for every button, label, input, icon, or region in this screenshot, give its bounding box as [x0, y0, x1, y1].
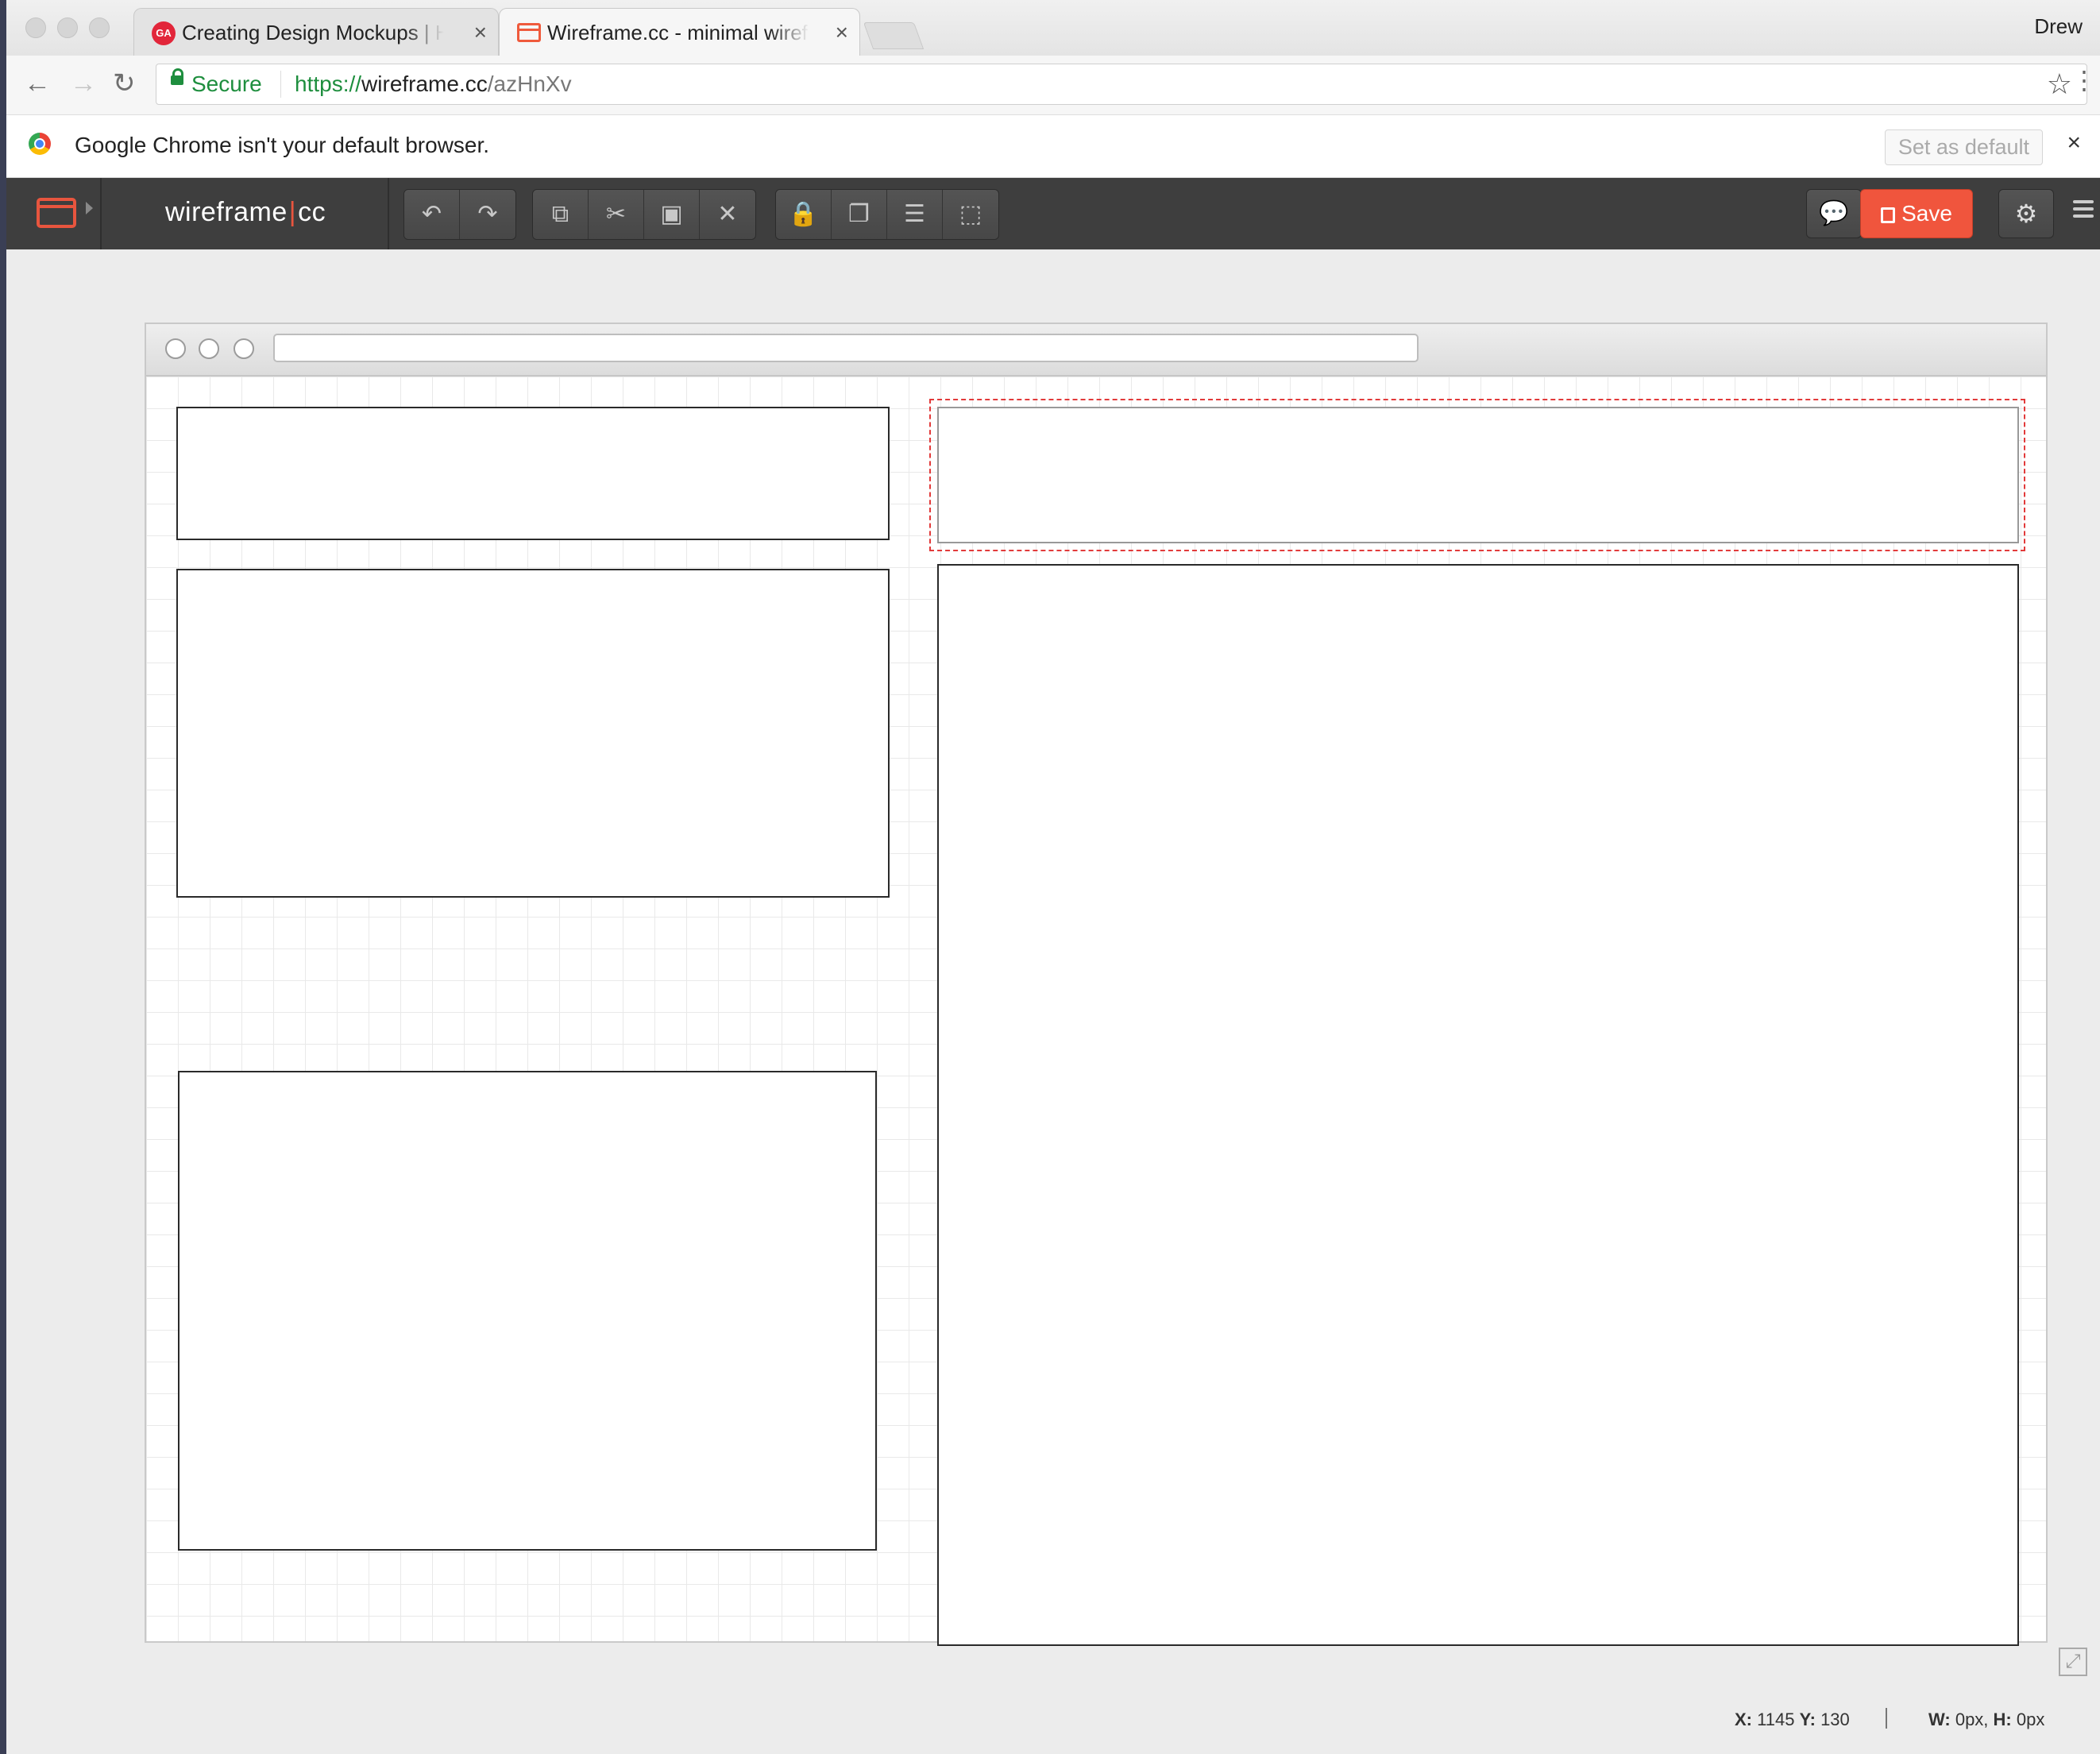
divider	[100, 178, 102, 249]
wireframe-box[interactable]	[178, 1071, 877, 1551]
w-value: 0px,	[1955, 1710, 1989, 1729]
tab-close-icon[interactable]: ×	[836, 9, 848, 56]
brand-name: wireframe	[165, 197, 288, 227]
close-window-button[interactable]	[25, 17, 46, 38]
lock-icon	[171, 68, 183, 85]
align-icon[interactable]: ☰	[887, 190, 943, 239]
page-menu-icon[interactable]	[37, 198, 76, 228]
clipboard-group: ⧉ ✂ ▣ ✕	[532, 189, 756, 240]
default-browser-infobar: Google Chrome isn't your default browser…	[6, 115, 2100, 178]
url-scheme: https://	[295, 71, 362, 96]
new-tab-button[interactable]	[863, 22, 925, 49]
lock-icon[interactable]: 🔒	[776, 190, 832, 239]
reload-icon[interactable]: ↻	[113, 70, 136, 97]
settings-gear-icon[interactable]: ⚙	[1998, 189, 2054, 238]
tab-title: Creating Design Mockups | HTML	[182, 21, 444, 44]
canvas-browser-chrome	[146, 324, 2046, 377]
brand-suffix: cc	[298, 197, 326, 227]
cursor-coordinates: X: 1145 Y: 130	[1735, 1710, 1850, 1730]
h-label: H:	[1993, 1710, 2012, 1729]
redo-icon[interactable]: ↷	[460, 190, 515, 239]
save-button[interactable]: Save	[1860, 189, 1973, 238]
app-header: wireframe|cc ↶ ↷ ⧉ ✂ ▣ ✕ 🔒 ❐ ☰ ⬚ 💬 Save …	[6, 178, 2100, 249]
canvas-address-bar	[273, 334, 1419, 362]
delete-icon[interactable]: ✕	[700, 190, 755, 239]
set-as-default-button[interactable]: Set as default	[1884, 129, 2043, 165]
app-logo: wireframe|cc	[165, 197, 326, 228]
infobar-close-icon[interactable]: ×	[2067, 129, 2081, 156]
url-text: https://wireframe.cc/azHnXv	[295, 71, 572, 97]
group-icon[interactable]: ⬚	[943, 190, 998, 239]
comment-icon[interactable]: 💬	[1806, 189, 1862, 238]
caret-right-icon[interactable]	[86, 202, 93, 214]
expand-icon[interactable]: ⤢	[2059, 1648, 2087, 1676]
tab-title: Wireframe.cc - minimal wireframing tool	[547, 21, 809, 44]
wireframe-box[interactable]	[176, 407, 890, 540]
canvas-window-dot	[234, 338, 254, 359]
arrange-icon[interactable]: ❐	[832, 190, 887, 239]
chrome-icon	[29, 133, 51, 155]
y-label: Y:	[1799, 1710, 1816, 1729]
save-label: Save	[1901, 201, 1952, 226]
divider	[280, 71, 281, 98]
wireframe-box[interactable]	[176, 569, 890, 898]
history-group: ↶ ↷	[403, 189, 516, 240]
selected-wireframe-box[interactable]	[937, 407, 2019, 543]
divider	[1886, 1708, 1887, 1729]
wireframe-box[interactable]	[937, 564, 2019, 1646]
brand-separator: |	[288, 197, 297, 227]
hamburger-menu-icon[interactable]	[2073, 200, 2094, 218]
bookmark-star-icon[interactable]: ☆	[2047, 68, 2072, 101]
browser-window: GA Creating Design Mockups | HTML × Wire…	[6, 0, 2100, 1754]
paste-icon[interactable]: ▣	[644, 190, 700, 239]
wireframe-favicon-icon	[517, 23, 541, 42]
maximize-window-button[interactable]	[89, 17, 110, 38]
secure-label: Secure	[191, 71, 262, 96]
save-disk-icon	[1881, 207, 1896, 223]
x-label: X:	[1735, 1710, 1752, 1729]
profile-name[interactable]: Drew	[2034, 14, 2083, 39]
url-path: /azHnXv	[487, 71, 572, 96]
tab-strip: GA Creating Design Mockups | HTML × Wire…	[6, 0, 2100, 56]
browser-menu-icon[interactable]: ⋮	[2071, 65, 2097, 95]
tab-wireframe-cc[interactable]: Wireframe.cc - minimal wireframing tool …	[499, 8, 860, 56]
canvas-window-dot	[199, 338, 219, 359]
y-value: 130	[1820, 1710, 1850, 1729]
tab-creating-design-mockups[interactable]: GA Creating Design Mockups | HTML ×	[133, 8, 499, 56]
infobar-message: Google Chrome isn't your default browser…	[75, 133, 490, 157]
divider	[388, 178, 389, 249]
undo-icon[interactable]: ↶	[404, 190, 460, 239]
cut-icon[interactable]: ✂	[589, 190, 644, 239]
tab-close-icon[interactable]: ×	[474, 9, 487, 56]
x-value: 1145	[1757, 1710, 1795, 1729]
minimize-window-button[interactable]	[57, 17, 78, 38]
canvas-window-dot	[165, 338, 186, 359]
url-host: wireframe.cc	[361, 71, 488, 96]
selection-size: W: 0px, H: 0px	[1928, 1710, 2044, 1730]
h-value: 0px	[2016, 1710, 2045, 1729]
back-arrow-icon[interactable]: ←	[24, 70, 51, 97]
arrange-group: 🔒 ❐ ☰ ⬚	[775, 189, 999, 240]
ga-favicon-icon: GA	[152, 21, 176, 45]
copy-icon[interactable]: ⧉	[533, 190, 589, 239]
canvas-grid[interactable]	[146, 377, 2046, 1646]
w-label: W:	[1928, 1710, 1951, 1729]
forward-arrow-icon[interactable]: →	[70, 70, 97, 97]
address-bar[interactable]: Secure https://wireframe.cc/azHnXv ☆	[156, 64, 2087, 105]
wireframe-canvas[interactable]	[145, 323, 2048, 1646]
browser-toolbar: ← → ↻ Secure https://wireframe.cc/azHnXv…	[6, 56, 2100, 115]
